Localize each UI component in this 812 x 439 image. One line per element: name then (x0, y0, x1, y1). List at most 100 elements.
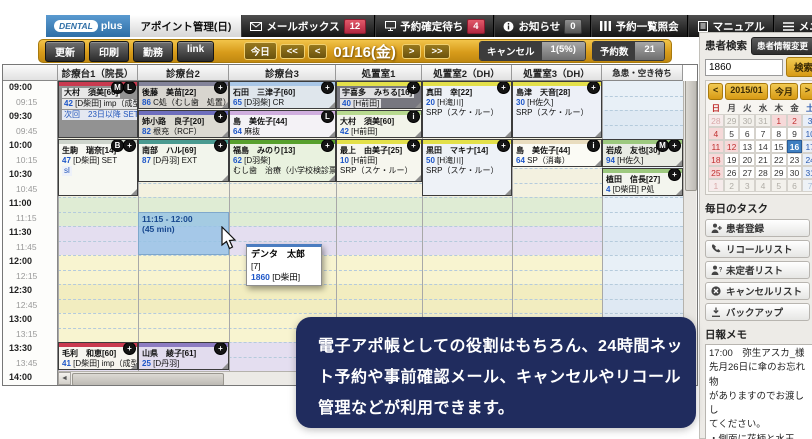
appointment-block[interactable]: 大村 須美[60]42 [D柴田] imp（成型）次回 23日以降 SETML (58, 81, 138, 138)
appointment-badge[interactable]: + (407, 139, 420, 152)
calendar-day[interactable]: 1 (770, 114, 787, 127)
calendar-day[interactable]: 8 (770, 127, 787, 140)
horizontal-scroll-thumb[interactable] (72, 373, 224, 385)
calendar-day[interactable]: 9 (786, 127, 803, 140)
calendar-day[interactable]: 6 (786, 179, 803, 192)
toolbar-button-勤務[interactable]: 勤務 (133, 40, 173, 62)
calendar-day[interactable]: 2 (723, 179, 740, 192)
appointment-block[interactable]: 生駒 瑞奈[14] 47 [D柴田] SET sl B + (58, 139, 138, 196)
search-button[interactable]: 検索 (786, 57, 812, 77)
calendar-day[interactable]: 28 (755, 166, 771, 179)
calendar-day[interactable]: 2 (786, 114, 803, 127)
appointment-block[interactable]: 姉小路 良子[20] 82 根充（RCF） + (138, 110, 229, 138)
appointment-block[interactable]: 島津 天音[28] 30 [H佐久] SRP（スケ・ルー） + (512, 81, 602, 138)
appointment-badge[interactable]: + (214, 111, 227, 123)
today-button[interactable]: 今日 (243, 42, 277, 60)
calendar-day[interactable]: 29 (723, 114, 740, 127)
appointment-block[interactable]: 島 美佐子[44] 64 SP（消毒） i (512, 139, 602, 167)
next-week-button[interactable]: >> (424, 43, 450, 59)
patient-info-change-button[interactable]: 患者情報変更 (751, 36, 812, 55)
calendar-day[interactable]: 1 (708, 179, 724, 192)
calendar-day[interactable]: 7 (802, 179, 812, 192)
calendar-day[interactable]: 22 (770, 153, 787, 166)
calendar-day[interactable]: 25 (708, 166, 724, 179)
calendar-day[interactable]: 4 (755, 179, 771, 192)
calendar-day[interactable]: 28 (708, 114, 724, 127)
appointment-badge[interactable]: + (321, 139, 334, 152)
appointment-block[interactable]: 山県 綾子[61]25 [D丹羽]C処（むし歯 処置）+ (138, 342, 229, 370)
calendar-day[interactable]: 30 (739, 114, 756, 127)
task-button-backup[interactable]: バックアップ (705, 303, 810, 321)
prev-day-button[interactable]: < (307, 43, 328, 59)
calendar-day[interactable]: 5 (723, 127, 740, 140)
calendar-day[interactable]: 11 (708, 140, 724, 153)
calendar-day[interactable]: 23 (786, 153, 803, 166)
time-selection[interactable]: 11:15 - 12:00 (45 min) (138, 211, 229, 255)
appointment-badge[interactable]: + (214, 343, 227, 355)
appointment-badge[interactable]: + (407, 82, 420, 94)
appointment-badge[interactable]: + (321, 82, 334, 94)
nav-item-info[interactable]: お知らせ 0 (493, 15, 591, 37)
appointment-block[interactable]: 真田 幸[22] 20 [H滝川] SRP（スケ・ルー） + (422, 81, 512, 138)
calendar-day[interactable]: 19 (723, 153, 740, 166)
nav-item-list[interactable]: 予約一覧照会 (590, 15, 688, 37)
task-button-cancel[interactable]: キャンセルリスト (705, 282, 810, 300)
appointment-badge[interactable]: L (321, 111, 334, 123)
calendar-day[interactable]: 12 (723, 140, 740, 153)
appointment-badge[interactable]: L (123, 82, 136, 94)
next-day-button[interactable]: > (401, 43, 422, 59)
appointment-badge[interactable]: + (123, 140, 136, 152)
calendar-day[interactable]: 31 (755, 114, 771, 127)
calendar-day[interactable]: 3 (802, 114, 812, 127)
calendar-day[interactable]: 10 (802, 127, 812, 140)
daily-memo-text[interactable]: 17:00 弥生アスカ_様 先月26日に傘のお忘れ物 がありますのでお渡しし て… (705, 344, 812, 439)
calendar-day[interactable]: 30 (786, 166, 803, 179)
toolbar-button-更新[interactable]: 更新 (45, 40, 85, 62)
calendar-day[interactable]: 31 (802, 166, 812, 179)
appointment-badge[interactable]: + (123, 343, 136, 355)
calendar-prev-button[interactable]: < (708, 83, 724, 100)
vertical-scroll-thumb[interactable] (685, 81, 697, 191)
calendar-day[interactable]: 21 (755, 153, 771, 166)
appointment-block[interactable]: 石田 三津子[60] 65 [D羽柴] CR + (229, 81, 336, 109)
calendar-day[interactable]: 6 (739, 127, 756, 140)
appointment-block[interactable]: 植田 信長[27] 4 [D柴田] P処 + (602, 168, 683, 196)
calendar-day[interactable]: 3 (739, 179, 756, 192)
calendar-next-button[interactable]: > (799, 83, 812, 100)
appointment-block[interactable]: 福島 みのり[13] 62 [D羽柴] むし歯 治療（小学校検診票） + (229, 139, 336, 182)
calendar-day[interactable]: 26 (723, 166, 740, 179)
calendar-day[interactable]: 13 (739, 140, 756, 153)
appointment-block[interactable]: 後藤 美苗[22] 86 C処（むし歯 処置） + (138, 81, 229, 109)
appointment-badge[interactable]: + (668, 169, 681, 181)
task-button-phone[interactable]: リコールリスト (705, 240, 810, 258)
calendar-day[interactable]: 16 (786, 140, 803, 153)
toolbar-button-印刷[interactable]: 印刷 (89, 40, 129, 62)
appointment-block[interactable]: 大村 須美[60]42 [H前田]SC（スケーリング）i (336, 110, 422, 138)
calendar-day[interactable]: 7 (755, 127, 771, 140)
calendar-day[interactable]: 17 (802, 140, 812, 153)
appointment-block[interactable]: 南部 ハル[69] 87 [D丹羽] EXT + (138, 139, 229, 182)
calendar-day[interactable]: 14 (755, 140, 771, 153)
calendar-day[interactable]: 20 (739, 153, 756, 166)
calendar-month-label[interactable]: 2015/01 (725, 83, 768, 100)
nav-item-mail[interactable]: メールボックス 12 (241, 15, 376, 37)
appointment-badge[interactable]: i (587, 140, 600, 152)
calendar-day[interactable]: 27 (739, 166, 756, 179)
calendar-day[interactable]: 18 (708, 153, 724, 166)
appointment-badge[interactable]: + (668, 140, 681, 152)
appointment-badge[interactable]: + (587, 82, 600, 94)
task-button-person-add[interactable]: 患者登録 (705, 219, 810, 237)
calendar-day[interactable]: 29 (770, 166, 787, 179)
calendar-day[interactable]: 5 (770, 179, 787, 192)
appointment-block[interactable]: 最上 由美子[25] 10 [H前田] SRP（スケ・ルー） + (336, 139, 422, 182)
appointment-block[interactable]: 岩成 友也[30]94 [H佐久]SC（スケーリング）M+ (602, 139, 683, 167)
tab-appointment-day[interactable]: アポイント管理(日) (130, 15, 242, 37)
appointment-badge[interactable]: + (214, 139, 227, 152)
calendar-this-month-button[interactable]: 今月 (769, 83, 798, 100)
calendar-day[interactable]: 4 (708, 127, 724, 140)
task-button-person-question[interactable]: ? 未定者リスト (705, 261, 810, 279)
appointment-block[interactable]: 宇喜多 みちる[16]40 [H前田]SC（スケーリング）+ (336, 81, 422, 109)
toolbar-button-link[interactable]: link (177, 40, 215, 62)
appointment-badge[interactable]: + (214, 82, 227, 94)
calendar-day[interactable]: 15 (770, 140, 787, 153)
